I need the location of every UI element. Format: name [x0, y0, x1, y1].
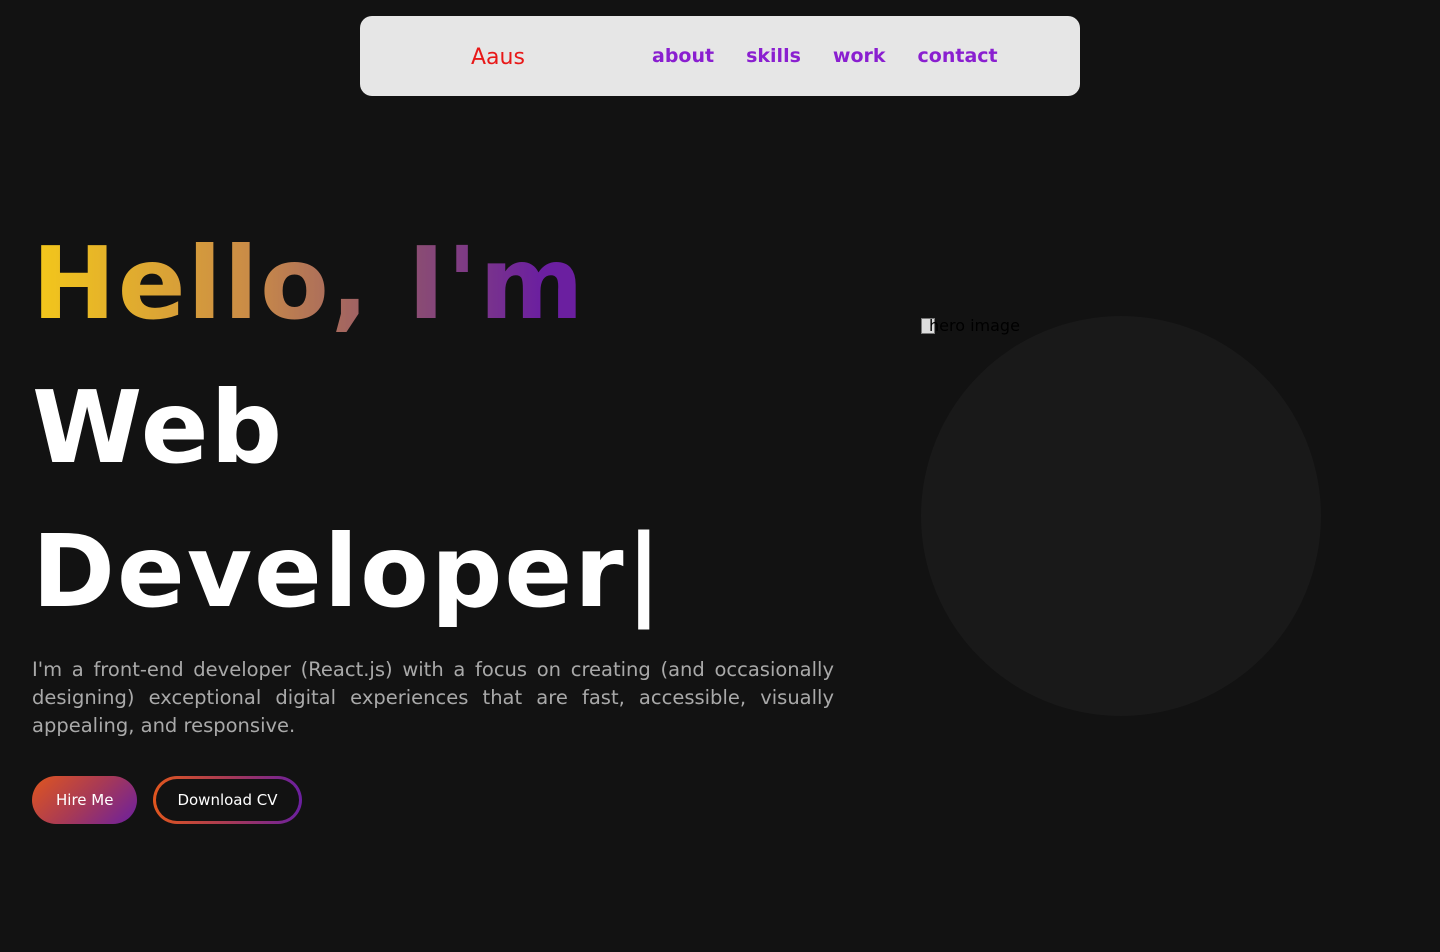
nav-links: about skills work contact: [652, 16, 998, 96]
svg-text:Aaus: Aaus: [471, 46, 525, 68]
hero-heading: Hello, I'm Web Developer|: [32, 212, 664, 644]
download-cv-border: Download CV: [153, 776, 302, 824]
logo[interactable]: Aaus: [471, 46, 539, 68]
navbar: Aaus about skills work contact: [360, 16, 1080, 96]
hero-greeting: Hello, I'm: [32, 212, 586, 356]
hero-description: I'm a front-end developer (React.js) wit…: [32, 658, 834, 737]
download-cv-button[interactable]: Download CV: [156, 779, 299, 821]
nav-link-about[interactable]: about: [652, 45, 714, 67]
hire-me-button[interactable]: Hire Me: [32, 776, 138, 824]
hero-role-line-2: Developer|: [32, 513, 665, 630]
hero-image: hero image: [921, 316, 1020, 335]
nav-link-work[interactable]: work: [833, 45, 886, 67]
hero-image-circle: hero image: [921, 316, 1321, 716]
nav-link-skills[interactable]: skills: [746, 45, 801, 67]
nav-link-contact[interactable]: contact: [918, 45, 998, 67]
hero-role-line-1: Web: [32, 369, 285, 486]
hero-image-alt: hero image: [929, 316, 1020, 335]
hero-buttons: Hire Me Download CV: [32, 776, 302, 824]
